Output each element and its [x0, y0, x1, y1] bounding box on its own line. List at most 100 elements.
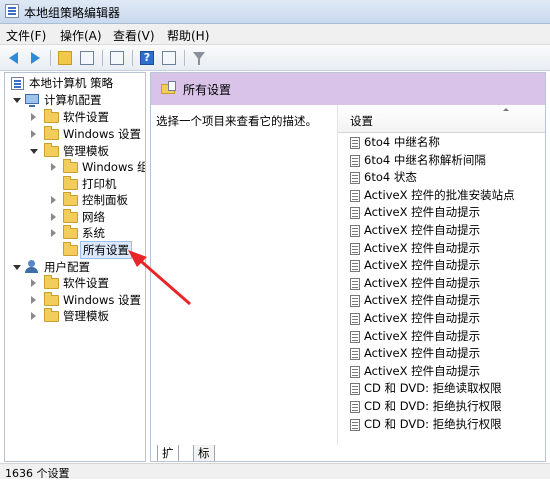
menu-bar: 文件(F) 操作(A) 查看(V) 帮助(H)	[0, 24, 550, 45]
collapse-icon[interactable]	[13, 98, 21, 103]
list-item-label: CD 和 DVD: 拒绝执行权限	[364, 399, 502, 413]
filter-icon[interactable]	[190, 49, 208, 67]
toolbar-separator	[102, 50, 103, 66]
settings-list[interactable]: 设置 6to4 中继名称 6to4 中继名称解析间隔 6to4 状态 ActiveX …	[337, 105, 545, 445]
forward-icon[interactable]	[26, 49, 44, 67]
list-item-label: ActiveX 控件自动提示	[364, 240, 481, 255]
toolbar: ?	[0, 45, 550, 71]
export-list-icon[interactable]	[108, 49, 126, 67]
setting-icon	[350, 137, 360, 149]
tree-item-user-software-settings[interactable]: 软件设置	[7, 275, 145, 291]
tree-item-all-settings[interactable]: 所有设置	[7, 241, 145, 259]
expand-icon[interactable]	[31, 296, 36, 304]
detail-pane: 所有设置 选择一个项目来查看它的描述。 设置 6to4 中继名称 6to4 中继名…	[150, 72, 546, 462]
setting-icon	[350, 330, 360, 343]
list-item-label: ActiveX 控件自动提示	[364, 223, 481, 237]
folder-icon	[63, 159, 78, 173]
help-icon[interactable]: ?	[138, 49, 156, 67]
tree-item-user-config[interactable]: 用户配置	[7, 259, 145, 275]
detail-header-title: 所有设置	[183, 83, 232, 97]
setting-icon	[350, 348, 360, 361]
tab-extended[interactable]: 扩展	[157, 445, 179, 461]
tab-standard[interactable]: 标准	[193, 445, 215, 461]
all-settings-icon	[161, 81, 176, 95]
expand-icon[interactable]	[51, 229, 56, 237]
tree-item-windows-components[interactable]: Windows 组件	[7, 159, 145, 175]
tree-item-user-windows-settings[interactable]: Windows 设置	[7, 292, 145, 308]
folder-icon	[44, 308, 59, 322]
folder-icon	[44, 275, 59, 289]
setting-icon	[350, 277, 360, 290]
tree-label: 打印机	[82, 177, 117, 191]
tree-label: 管理模板	[63, 309, 109, 323]
list-item-label: 6to4 中继名称	[364, 135, 440, 149]
menu-help[interactable]: 帮助(H)	[165, 27, 211, 44]
setting-icon	[350, 295, 360, 308]
tree-label: 软件设置	[63, 276, 109, 290]
collapse-icon[interactable]	[30, 149, 38, 154]
setting-icon	[350, 313, 360, 325]
menu-action[interactable]: 操作(A)	[58, 27, 104, 44]
tree-item-windows-settings[interactable]: Windows 设置	[7, 126, 145, 142]
expand-icon[interactable]	[51, 196, 56, 204]
column-header-setting[interactable]: 设置	[338, 105, 545, 133]
tree-item-user-admin-templates[interactable]: 管理模板	[7, 308, 145, 324]
expand-icon[interactable]	[31, 130, 36, 138]
description-text: 选择一个项目来查看它的描述。	[156, 114, 317, 128]
toolbar-separator	[50, 50, 51, 66]
list-item-label: ActiveX 控件自动提示	[364, 258, 481, 273]
tree-label: 计算机配置	[44, 93, 102, 107]
expand-icon[interactable]	[51, 163, 56, 171]
show-hide-tree-icon[interactable]	[78, 49, 96, 67]
list-item-label: CD 和 DVD: 拒绝执行权限	[364, 416, 502, 431]
list-item-label: 6to4 状态	[364, 170, 417, 185]
tree-label: 系统	[82, 226, 105, 240]
up-folder-icon[interactable]	[56, 49, 74, 67]
collapse-icon[interactable]	[13, 265, 21, 270]
expand-icon[interactable]	[51, 213, 56, 221]
column-header-label: 设置	[350, 114, 373, 128]
tree-item-network[interactable]: 网络	[7, 209, 145, 225]
back-icon[interactable]	[6, 49, 24, 67]
list-item-label: ActiveX 控件自动提示	[364, 205, 481, 220]
setting-icon	[350, 401, 360, 413]
setting-icon	[350, 365, 360, 378]
tree-item-software-settings[interactable]: 软件设置	[7, 109, 145, 125]
menu-file[interactable]: 文件(F)	[4, 27, 48, 44]
list-item-label: ActiveX 控件的批准安装站点	[364, 187, 515, 202]
tree-label: 管理模板	[63, 144, 109, 158]
expand-icon[interactable]	[31, 279, 36, 287]
folder-icon	[44, 292, 59, 306]
properties-icon[interactable]	[160, 49, 178, 67]
menu-view[interactable]: 查看(V)	[111, 27, 157, 44]
tree-item-computer-config[interactable]: 计算机配置	[7, 92, 145, 108]
tree-item-control-panel[interactable]: 控制面板	[7, 192, 145, 208]
policy-editor-icon	[5, 4, 19, 18]
setting-icon	[350, 383, 360, 396]
list-item-label: 6to4 中继名称解析间隔	[364, 152, 486, 167]
tree-item-printers[interactable]: 打印机	[7, 176, 145, 192]
computer-icon	[25, 94, 39, 107]
expand-icon[interactable]	[31, 113, 36, 121]
expand-icon[interactable]	[31, 312, 36, 320]
tree-label: Windows 设置	[63, 127, 141, 141]
tree-item-admin-templates[interactable]: 管理模板	[7, 143, 145, 159]
tree-item-system[interactable]: 系统	[7, 225, 145, 241]
folder-icon	[63, 192, 78, 206]
list-item-label: CD 和 DVD: 拒绝读取权限	[364, 381, 502, 396]
title-bar: 本地组策略编辑器	[0, 0, 550, 24]
policy-icon	[11, 77, 24, 90]
list-item-label: ActiveX 控件自动提示	[364, 363, 481, 378]
tree-pane[interactable]: 本地计算机 策略 计算机配置 软件设置 Windows 设置 管理模板 Wind…	[4, 72, 146, 462]
setting-icon	[350, 242, 360, 255]
setting-icon	[350, 154, 360, 167]
tree-item-root[interactable]: 本地计算机 策略	[7, 75, 145, 91]
tree-label: 所有设置	[80, 241, 132, 259]
folder-icon	[44, 126, 59, 140]
tree-label: 网络	[82, 210, 105, 224]
all-settings-folder-icon	[63, 242, 78, 256]
list-item-label: ActiveX 控件自动提示	[364, 275, 481, 290]
tree-label: 控制面板	[82, 193, 128, 207]
tree-label: Windows 设置	[63, 293, 141, 307]
folder-icon	[63, 209, 78, 223]
